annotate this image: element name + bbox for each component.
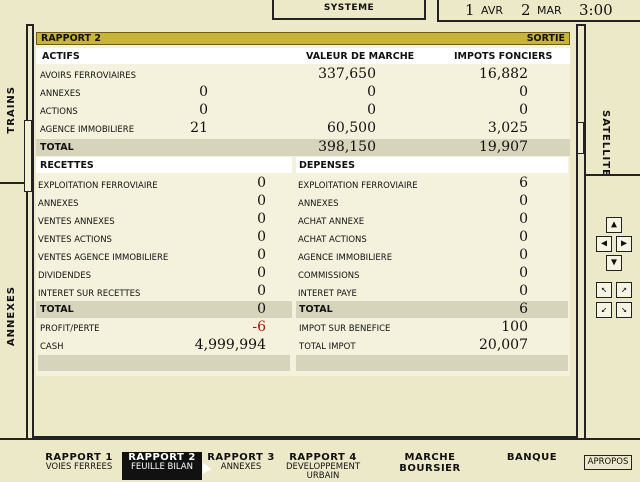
satellite-tab[interactable]: SATELLITE (600, 110, 611, 177)
profit-row: PROFIT/PERTE -6 (40, 319, 266, 335)
table-row: AVOIRS FERROVIAIRES 337,650 16,882 (40, 66, 528, 82)
date-day1: 1 (465, 1, 475, 19)
system-menu-button[interactable]: SYSTEME (272, 0, 426, 20)
table-row: AGENCE IMMOBILIERE 21 60,500 3,025 (40, 120, 528, 136)
table-row: AGENCE IMMOBILIERE 0 (298, 247, 528, 263)
tab-rapport-1[interactable]: RAPPORT 1 VOIES FERREES (38, 452, 120, 480)
depenses-header-row: DEPENSES (296, 157, 568, 173)
table-row: DIVIDENDES 0 (38, 265, 266, 281)
table-row: INTERET SUR RECETTES 0 (38, 283, 266, 299)
table-row: ACTIONS 0 0 0 (40, 102, 528, 118)
total-tax-row: TOTAL IMPOT 20,007 (299, 337, 528, 353)
table-row: COMMISSIONS 0 (298, 265, 528, 281)
table-row: VENTES AGENCE IMMOBILIERE 0 (38, 247, 266, 263)
report-title: RAPPORT 2 (41, 33, 101, 44)
recettes-header-row: RECETTES (36, 157, 292, 173)
table-row: VENTES ANNEXES 0 (38, 211, 266, 227)
balance-sheet-report: RAPPORT 2 SORTIE ACTIFS VALEUR DE MARCHE… (36, 32, 570, 376)
cash-row: CASH 4,999,994 (40, 337, 266, 353)
depenses-header: DEPENSES (299, 160, 355, 171)
scroll-right-button[interactable]: ▶ (616, 236, 632, 252)
scroll-left-button[interactable]: ◀ (596, 236, 612, 252)
table-row: ANNEXES 0 (38, 193, 266, 209)
annexes-tab[interactable]: ANNEXES (6, 286, 17, 346)
profit-tax-row: IMPOT SUR BENEFICE 100 (299, 319, 528, 335)
scroll-downright-button[interactable]: ↘ (616, 302, 632, 318)
recettes-total-row: TOTAL 0 (36, 301, 292, 318)
scroll-down-button[interactable]: ▼ (606, 255, 622, 271)
table-row: ANNEXES 0 (298, 193, 528, 209)
scroll-upright-button[interactable]: ↗ (616, 282, 632, 298)
depenses-list: EXPLOITATION FERROVIAIRE 6 ANNEXES 0 ACHAT… (296, 175, 568, 301)
left-scroll-handle[interactable] (24, 120, 32, 192)
actifs-header-row: ACTIFS VALEUR DE MARCHE IMPOTS FONCIERS (36, 48, 570, 64)
scroll-downleft-button[interactable]: ↙ (596, 302, 612, 318)
table-row: ACHAT ANNEXE 0 (298, 211, 528, 227)
table-row: EXPLOITATION FERROVIAIRE 6 (298, 175, 528, 191)
scroll-upleft-button[interactable]: ↖ (596, 282, 612, 298)
depenses-total-row: TOTAL 6 (296, 301, 568, 318)
table-row: ANNEXES 0 0 0 (40, 84, 528, 100)
recettes-list: EXPLOITATION FERROVIAIRE 0 ANNEXES 0 VENTE… (36, 175, 292, 301)
table-row: VENTES ACTIONS 0 (38, 229, 266, 245)
table-row: ACHAT ACTIONS 0 (298, 229, 528, 245)
actifs-header: ACTIFS (42, 51, 80, 62)
report-title-bar: RAPPORT 2 SORTIE (36, 32, 570, 45)
profit-value: -6 (252, 319, 266, 335)
property-tax-header: IMPOTS FONCIERS (454, 51, 553, 62)
date-month1: AVR (481, 4, 503, 17)
tab-banque[interactable]: BANQUE (500, 452, 564, 470)
right-divider (586, 174, 640, 176)
date-day2: 2 (521, 1, 531, 19)
exit-button[interactable]: SORTIE (527, 33, 565, 44)
trains-tab[interactable]: TRAINS (6, 86, 17, 134)
tab-rapport-4[interactable]: RAPPORT 4 DEVELOPPEMENT URBAIN (280, 452, 366, 482)
actifs-total-row: TOTAL 398,150 19,907 (36, 139, 570, 156)
bottom-tab-bar: RAPPORT 1 VOIES FERREES RAPPORT 2 FEUILL… (0, 438, 640, 482)
date-display: 1 AVR 2 MAR 3:00 (437, 0, 640, 22)
right-scroll-handle[interactable] (577, 122, 584, 154)
tab-marche-boursier[interactable]: MARCHE BOURSIER (372, 452, 488, 474)
tab-rapport-2[interactable]: RAPPORT 2 FEUILLE BILAN (122, 452, 202, 480)
left-side-panel: TRAINS ANNEXES (0, 24, 28, 438)
clock: 3:00 (579, 1, 613, 19)
recettes-header: RECETTES (40, 160, 94, 171)
table-row: EXPLOITATION FERROVIAIRE 0 (38, 175, 266, 191)
table-row: INTERET PAYE 0 (298, 283, 528, 299)
date-month2: MAR (537, 4, 562, 17)
tab-rapport-3[interactable]: RAPPORT 3 ANNEXES (204, 452, 278, 480)
right-side-panel: SATELLITE ▲ ◀ ▶ ▼ ↖ ↗ ↙ ↘ (584, 24, 640, 438)
empty-footer-right (296, 355, 568, 371)
market-value-header: VALEUR DE MARCHE (306, 51, 415, 62)
left-divider (0, 182, 26, 184)
empty-footer-left (38, 355, 290, 371)
scroll-up-button[interactable]: ▲ (606, 217, 622, 233)
apropos-button[interactable]: APROPOS (584, 455, 632, 470)
